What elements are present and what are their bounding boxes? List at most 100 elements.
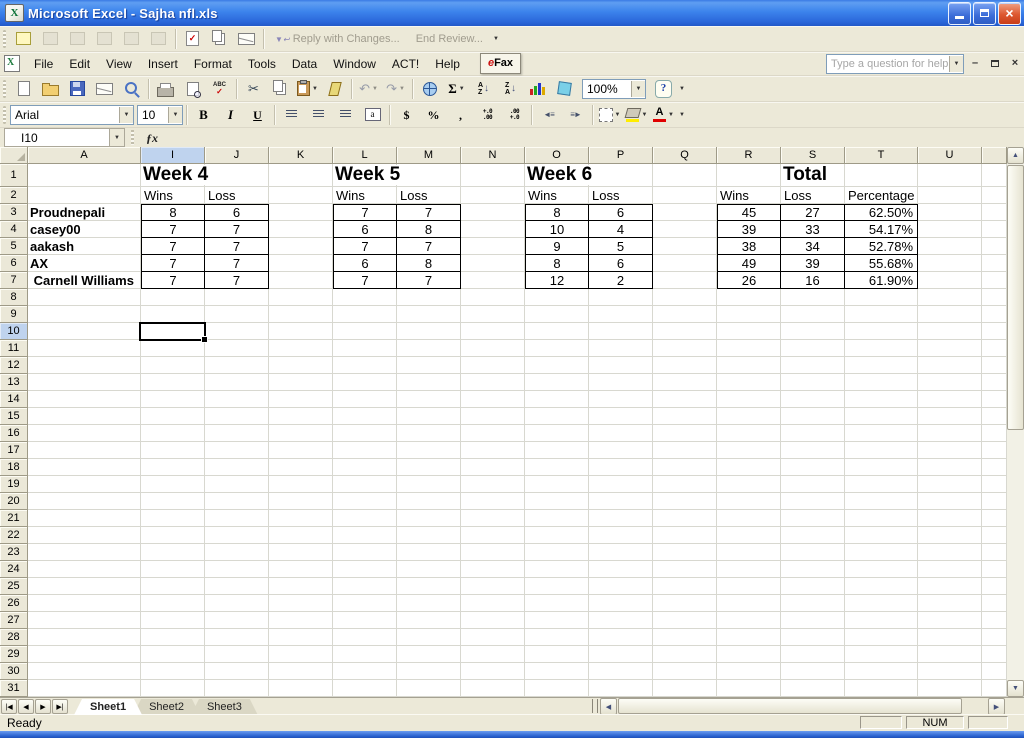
cell-K5[interactable] xyxy=(269,238,333,255)
cell-O11[interactable] xyxy=(525,340,589,357)
print-preview-icon[interactable] xyxy=(179,78,206,100)
cell-R4[interactable]: 39 xyxy=(717,221,781,238)
last-sheet-icon[interactable]: ▶| xyxy=(52,699,68,714)
cell-J13[interactable] xyxy=(205,374,269,391)
autosum-icon[interactable]: Σ▼ xyxy=(443,78,470,100)
cell-O7[interactable]: 12 xyxy=(525,272,589,289)
copy-icon[interactable] xyxy=(267,78,294,100)
cell-J7[interactable]: 7 xyxy=(205,272,269,289)
cell-M23[interactable] xyxy=(397,544,461,561)
cell-I5[interactable]: 7 xyxy=(141,238,205,255)
cell-I1[interactable]: Week 4 xyxy=(141,164,205,187)
cell-K11[interactable] xyxy=(269,340,333,357)
cell-O9[interactable] xyxy=(525,306,589,323)
cell-S26[interactable] xyxy=(781,595,845,612)
cell-T31[interactable] xyxy=(845,680,918,697)
borders-icon-dropdown[interactable]: ▼ xyxy=(615,112,621,118)
merge-workbooks-icon[interactable] xyxy=(206,28,233,50)
cell-P2[interactable]: Loss xyxy=(589,187,653,204)
bold-icon[interactable]: B xyxy=(190,104,217,126)
cell-U19[interactable] xyxy=(918,476,982,493)
cell-L9[interactable] xyxy=(333,306,397,323)
cell-U17[interactable] xyxy=(918,442,982,459)
cell-A2[interactable] xyxy=(28,187,141,204)
cell-V17[interactable] xyxy=(982,442,1007,459)
cell-V21[interactable] xyxy=(982,510,1007,527)
cell-L29[interactable] xyxy=(333,646,397,663)
menu-data[interactable]: Data xyxy=(284,54,325,74)
cell-Q17[interactable] xyxy=(653,442,717,459)
chart-wizard-icon[interactable] xyxy=(524,78,551,100)
show-comment-icon[interactable] xyxy=(91,28,118,50)
cell-S18[interactable] xyxy=(781,459,845,476)
cell-O24[interactable] xyxy=(525,561,589,578)
cell-O5[interactable]: 9 xyxy=(525,238,589,255)
cell-I15[interactable] xyxy=(141,408,205,425)
cell-K28[interactable] xyxy=(269,629,333,646)
cell-I27[interactable] xyxy=(141,612,205,629)
cell-I17[interactable] xyxy=(141,442,205,459)
currency-icon[interactable]: $ xyxy=(393,104,420,126)
cell-R18[interactable] xyxy=(717,459,781,476)
cell-J18[interactable] xyxy=(205,459,269,476)
chevron-down-icon[interactable]: ▼ xyxy=(168,107,182,123)
cell-I12[interactable] xyxy=(141,357,205,374)
row-header-11[interactable]: 11 xyxy=(0,340,28,357)
scroll-left-icon[interactable]: ◀ xyxy=(600,698,617,715)
cell-L27[interactable] xyxy=(333,612,397,629)
cell-M12[interactable] xyxy=(397,357,461,374)
cell-V24[interactable] xyxy=(982,561,1007,578)
cell-V6[interactable] xyxy=(982,255,1007,272)
cell-J12[interactable] xyxy=(205,357,269,374)
cell-T30[interactable] xyxy=(845,663,918,680)
row-header-17[interactable]: 17 xyxy=(0,442,28,459)
cell-A31[interactable] xyxy=(28,680,141,697)
cell-O22[interactable] xyxy=(525,527,589,544)
cell-T21[interactable] xyxy=(845,510,918,527)
cell-L28[interactable] xyxy=(333,629,397,646)
cell-V31[interactable] xyxy=(982,680,1007,697)
cell-I18[interactable] xyxy=(141,459,205,476)
cell-T2[interactable]: Percentage xyxy=(845,187,918,204)
vertical-scrollbar[interactable]: ▲ ▼ xyxy=(1007,147,1024,697)
workbook-restore-button[interactable] xyxy=(986,56,1004,72)
cell-J15[interactable] xyxy=(205,408,269,425)
cell-P12[interactable] xyxy=(589,357,653,374)
cell-S11[interactable] xyxy=(781,340,845,357)
cell-U10[interactable] xyxy=(918,323,982,340)
font-color-icon-dropdown[interactable]: ▼ xyxy=(668,112,674,118)
cell-J6[interactable]: 7 xyxy=(205,255,269,272)
cell-N9[interactable] xyxy=(461,306,525,323)
cell-I11[interactable] xyxy=(141,340,205,357)
cell-N18[interactable] xyxy=(461,459,525,476)
cell-M21[interactable] xyxy=(397,510,461,527)
spelling-icon[interactable]: ABC✓ xyxy=(206,78,233,100)
cell-S3[interactable]: 27 xyxy=(781,204,845,221)
cell-P4[interactable]: 4 xyxy=(589,221,653,238)
close-button[interactable]: × xyxy=(998,2,1021,25)
redo-icon-dropdown[interactable]: ▼ xyxy=(399,86,405,92)
row-header-24[interactable]: 24 xyxy=(0,561,28,578)
italic-icon[interactable]: I xyxy=(217,104,244,126)
cell-S20[interactable] xyxy=(781,493,845,510)
cell-T6[interactable]: 55.68% xyxy=(845,255,918,272)
cell-U1[interactable] xyxy=(918,164,982,187)
track-changes-icon[interactable]: ✓ xyxy=(179,28,206,50)
cell-J14[interactable] xyxy=(205,391,269,408)
cell-P30[interactable] xyxy=(589,663,653,680)
cell-K30[interactable] xyxy=(269,663,333,680)
cell-V8[interactable] xyxy=(982,289,1007,306)
cell-V26[interactable] xyxy=(982,595,1007,612)
cell-I29[interactable] xyxy=(141,646,205,663)
format-painter-icon[interactable] xyxy=(321,78,348,100)
cell-T16[interactable] xyxy=(845,425,918,442)
undo-icon[interactable]: ↶▼ xyxy=(355,78,382,100)
cell-N11[interactable] xyxy=(461,340,525,357)
cell-Q25[interactable] xyxy=(653,578,717,595)
cell-N24[interactable] xyxy=(461,561,525,578)
cell-J19[interactable] xyxy=(205,476,269,493)
decrease-decimal-icon[interactable]: .00+.0 xyxy=(501,104,528,126)
cell-T19[interactable] xyxy=(845,476,918,493)
cell-J22[interactable] xyxy=(205,527,269,544)
toolbar-grip[interactable] xyxy=(3,106,6,124)
